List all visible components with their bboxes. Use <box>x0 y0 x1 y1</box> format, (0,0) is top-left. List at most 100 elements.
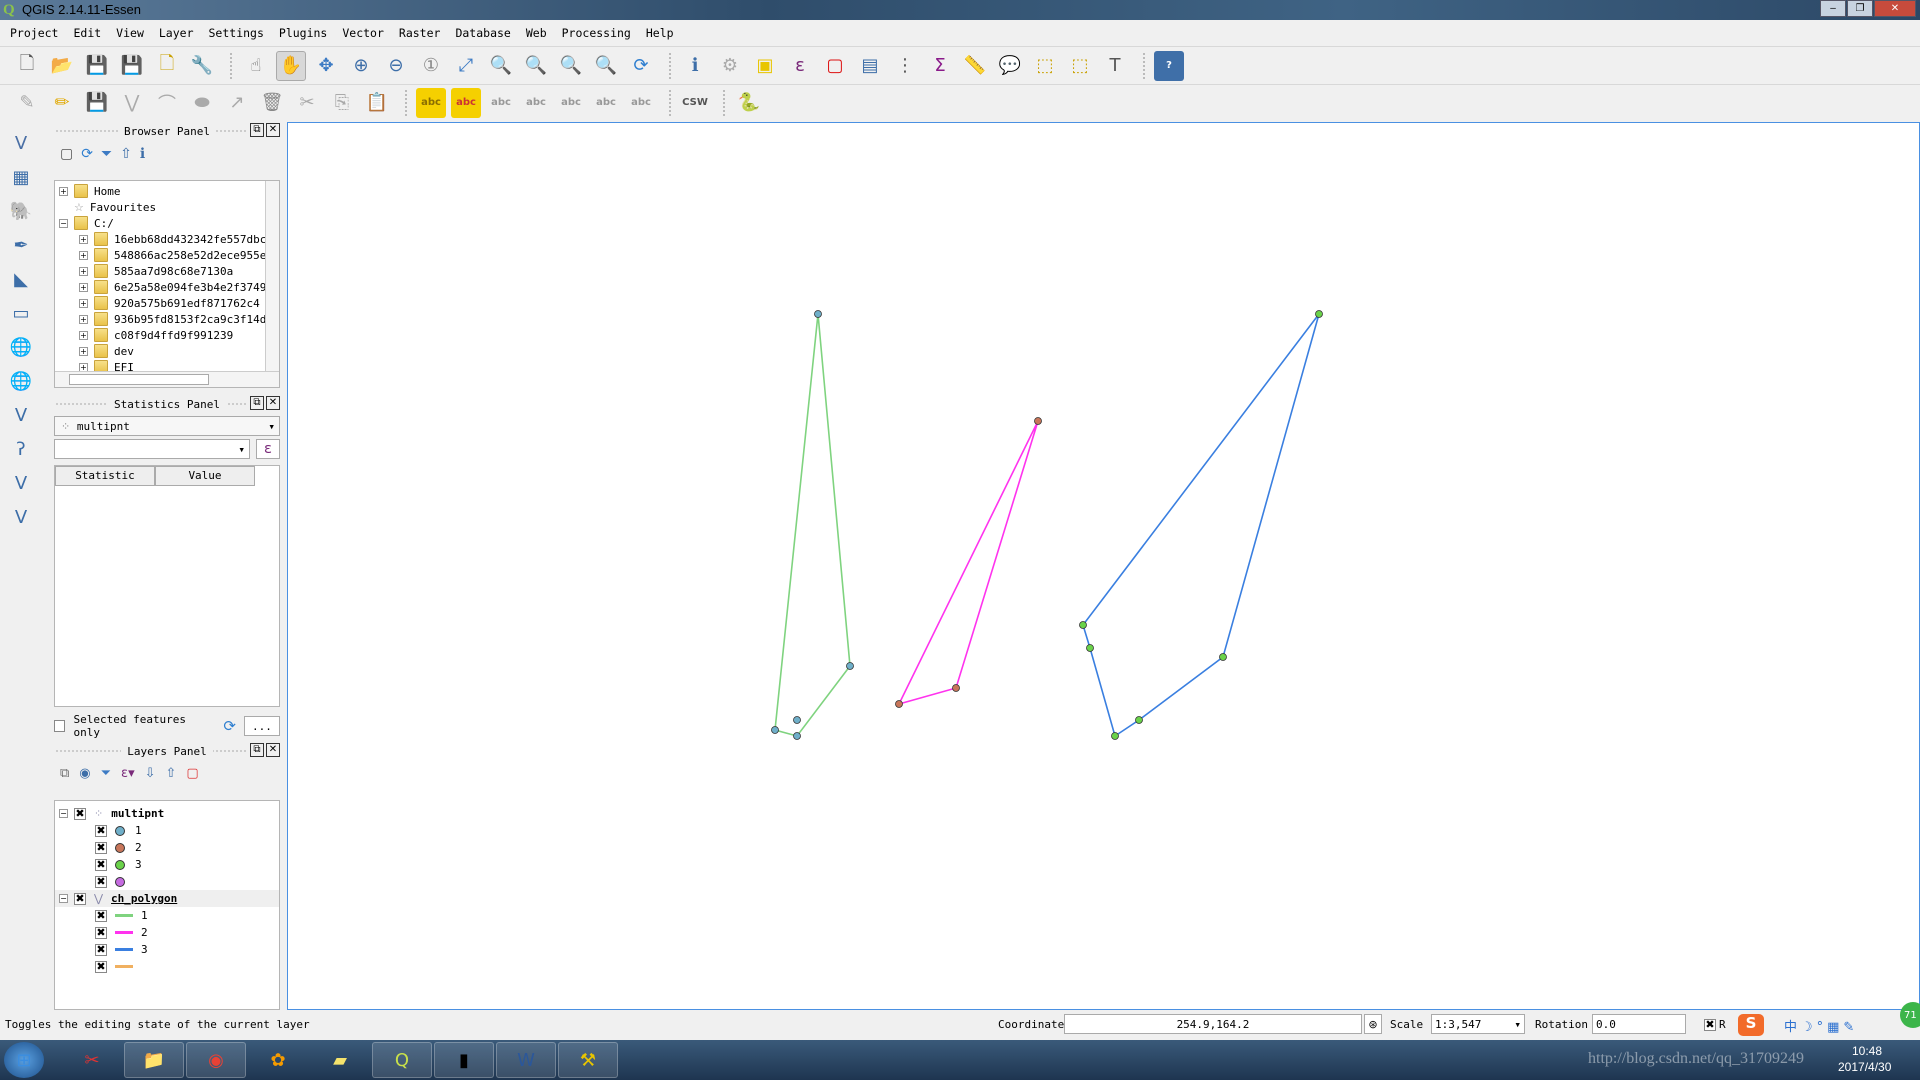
browser-item[interactable]: +16ebb68dd432342fe557dbcd <box>59 231 279 247</box>
taskbar-photos-icon[interactable]: ✿ <box>248 1042 308 1078</box>
render-checkbox[interactable]: ✖ <box>1704 1019 1716 1031</box>
selected-features-only-checkbox[interactable] <box>54 720 66 732</box>
select-by-expression-icon[interactable]: ε <box>785 51 815 81</box>
zoom-in-icon[interactable]: ⊕ <box>346 51 376 81</box>
refresh-icon[interactable]: ⟳ <box>223 717 236 735</box>
add-virtual-layer-icon[interactable]: V <box>4 468 38 498</box>
menu-database[interactable]: Database <box>455 26 519 40</box>
new-bookmark-icon[interactable]: ⬚ <box>1030 51 1060 81</box>
horizontal-scrollbar[interactable] <box>55 371 279 387</box>
browser-item[interactable]: − C:/ <box>59 215 279 231</box>
save-project-icon[interactable]: 💾 <box>82 51 112 81</box>
close-panel-button[interactable]: ✕ <box>266 743 280 757</box>
legend-class[interactable]: ✖ <box>55 958 279 975</box>
statistical-summary-icon[interactable]: ⋮ <box>890 51 920 81</box>
field-calculator-icon[interactable]: Σ <box>925 51 955 81</box>
point-feature[interactable] <box>814 310 822 318</box>
taskbar-chrome-icon[interactable]: ◉ <box>186 1042 246 1078</box>
class-visibility-checkbox[interactable]: ✖ <box>95 909 107 922</box>
measure-icon[interactable]: 📏 <box>960 51 990 81</box>
map-svg[interactable] <box>288 123 1920 1011</box>
help-icon[interactable]: ? <box>1154 50 1184 81</box>
refresh-icon[interactable]: ⟳ <box>81 146 93 164</box>
point-feature[interactable] <box>1086 644 1094 652</box>
copy-features-icon[interactable]: ⎘ <box>327 88 357 118</box>
expand-icon[interactable]: + <box>79 234 88 244</box>
filter-legend-icon[interactable]: ⏷ <box>101 766 111 784</box>
tray-badge[interactable]: 71 <box>1900 1002 1920 1028</box>
menu-help[interactable]: Help <box>646 26 683 40</box>
point-feature[interactable] <box>793 732 801 740</box>
taskbar-start-icon[interactable]: ⊞ <box>4 1042 44 1078</box>
text-annotation-icon[interactable]: T <box>1100 51 1130 81</box>
menu-view[interactable]: View <box>116 26 153 40</box>
expand-icon[interactable]: + <box>79 330 88 340</box>
zoom-last-icon[interactable]: 🔍 <box>556 51 586 81</box>
remove-layer-icon[interactable]: ▢ <box>186 766 198 784</box>
add-feature-icon[interactable]: ⋁ <box>117 88 147 118</box>
float-panel-button[interactable]: ⧉ <box>250 396 264 410</box>
add-wms-layer-icon[interactable]: 🌐 <box>4 332 38 362</box>
filter-by-expression-icon[interactable]: ε▾ <box>121 766 135 784</box>
expand-icon[interactable]: + <box>79 314 88 324</box>
layer-labeling-icon[interactable]: abc <box>416 87 446 118</box>
show-hide-labels-icon[interactable]: abc <box>521 88 551 118</box>
add-layer-icon[interactable]: ▢ <box>60 146 73 164</box>
select-features-icon[interactable]: ▣ <box>750 51 780 81</box>
add-mssql-layer-icon[interactable]: ◣ <box>4 264 38 294</box>
expand-icon[interactable]: + <box>79 250 88 260</box>
menu-edit[interactable]: Edit <box>73 26 110 40</box>
pan-map-icon[interactable]: ✋ <box>276 50 306 81</box>
close-button[interactable]: ✕ <box>1874 0 1916 17</box>
composer-manager-icon[interactable]: 🔧 <box>187 51 217 81</box>
layer-select[interactable]: ⁘ multipnt ▾ <box>54 416 280 436</box>
taskbar-snipping-tool-icon[interactable]: ✂ <box>62 1042 122 1078</box>
more-button[interactable]: ... <box>243 716 280 736</box>
move-label-icon[interactable]: abc <box>556 88 586 118</box>
close-panel-button[interactable]: ✕ <box>266 123 280 137</box>
rotation-spinbox[interactable]: 0.0 <box>1592 1014 1686 1034</box>
zoom-out-icon[interactable]: ⊖ <box>381 51 411 81</box>
legend-class[interactable]: ✖ 1 <box>55 907 279 924</box>
point-feature[interactable] <box>1135 716 1143 724</box>
point-feature[interactable] <box>1034 417 1042 425</box>
taskbar-command-prompt-icon[interactable]: ▮ <box>434 1042 494 1078</box>
add-postgis-layer-icon[interactable]: 🐘 <box>4 196 38 226</box>
browser-item[interactable]: + Home <box>59 183 279 199</box>
zoom-to-layer-icon[interactable]: 🔍 <box>486 51 516 81</box>
expand-icon[interactable]: + <box>79 266 88 276</box>
paste-features-icon[interactable]: 📋 <box>362 88 392 118</box>
move-feature-icon[interactable]: ⬬ <box>187 88 217 118</box>
browser-item[interactable]: + c08f9d4ffd9f991239 <box>59 327 279 343</box>
class-visibility-checkbox[interactable]: ✖ <box>95 943 107 956</box>
field-select[interactable]: ▾ <box>54 439 250 459</box>
vertical-scrollbar[interactable] <box>265 181 279 371</box>
save-as-icon[interactable]: 💾 <box>117 51 147 81</box>
point-feature[interactable] <box>1219 653 1227 661</box>
pin-labels-icon[interactable]: abc <box>486 88 516 118</box>
new-shapefile-layer-icon[interactable]: V <box>4 502 38 532</box>
layer-diagram-icon[interactable]: abc <box>451 87 481 118</box>
menu-plugins[interactable]: Plugins <box>279 26 336 40</box>
browser-item[interactable]: +920a575b691edf871762c4 <box>59 295 279 311</box>
expand-icon[interactable]: + <box>59 186 68 196</box>
class-visibility-checkbox[interactable]: ✖ <box>95 960 107 973</box>
expression-button[interactable]: ε <box>256 439 280 459</box>
layer-visibility-checkbox[interactable]: ✖ <box>74 892 86 905</box>
point-feature[interactable] <box>1315 310 1323 318</box>
point-feature[interactable] <box>952 684 960 692</box>
class-visibility-checkbox[interactable]: ✖ <box>95 841 107 854</box>
class-visibility-checkbox[interactable]: ✖ <box>95 858 107 871</box>
show-bookmarks-icon[interactable]: ⬚ <box>1065 51 1095 81</box>
expand-all-icon[interactable]: ⇩ <box>145 766 156 784</box>
add-spatialite-layer-icon[interactable]: ✒ <box>4 230 38 260</box>
browser-item[interactable]: + dev <box>59 343 279 359</box>
collapse-icon[interactable]: − <box>59 894 68 903</box>
rotate-label-icon[interactable]: abc <box>591 88 621 118</box>
menu-project[interactable]: Project <box>10 26 67 40</box>
delete-selected-icon[interactable]: 🗑 <box>257 88 287 118</box>
class-visibility-checkbox[interactable]: ✖ <box>95 875 107 888</box>
menu-layer[interactable]: Layer <box>159 26 203 40</box>
toggle-extents-icon[interactable]: ⊛ <box>1364 1014 1382 1034</box>
open-project-icon[interactable]: 📂 <box>47 51 77 81</box>
